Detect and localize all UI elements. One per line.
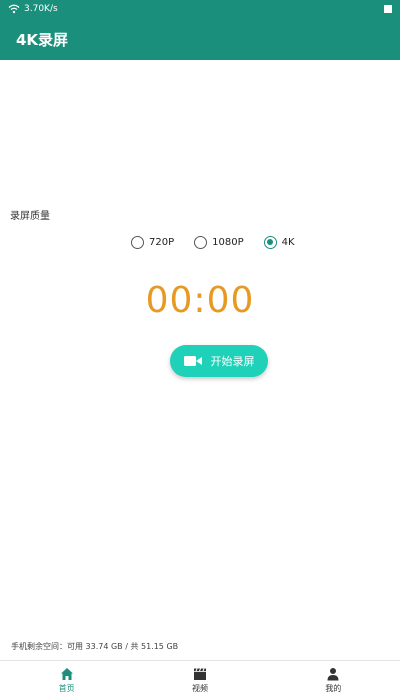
nav-item-home[interactable]: 首页 <box>0 661 133 700</box>
quality-option-label: 4K <box>281 236 295 248</box>
nav-label: 首页 <box>58 684 75 693</box>
quality-option-label: 1080P <box>212 236 244 248</box>
quality-option-720p[interactable]: 720P <box>131 235 175 249</box>
clapperboard-icon <box>193 668 206 680</box>
quality-option-4k[interactable]: 4K <box>263 235 295 249</box>
radio-checked-icon[interactable] <box>263 235 277 249</box>
bottom-navigation: 首页 视频 我的 <box>0 660 400 700</box>
battery-icon <box>384 5 392 13</box>
radio-unchecked-icon[interactable] <box>194 235 208 249</box>
nav-item-video[interactable]: 视频 <box>133 661 266 700</box>
start-recording-label: 开始录屏 <box>210 355 255 368</box>
network-speed: 3.70K/s <box>24 4 58 14</box>
nav-label: 视频 <box>191 684 208 693</box>
start-recording-button[interactable]: 开始录屏 <box>170 345 268 377</box>
wifi-icon <box>8 4 20 14</box>
storage-info: 手机剩余空间：可用 33.74 GB / 共 51.15 GB <box>11 642 179 651</box>
nav-item-mine[interactable]: 我的 <box>267 661 400 700</box>
quality-radio-group: 720P 1080P 4K <box>131 233 295 251</box>
status-bar: 3.70K/s <box>0 0 400 18</box>
person-icon <box>327 668 339 681</box>
home-icon <box>60 668 73 680</box>
page-title: 4K录屏 <box>16 30 69 49</box>
video-camera-icon <box>183 356 202 366</box>
app-bar: 4K录屏 <box>0 18 400 60</box>
quality-option-1080p[interactable]: 1080P <box>194 235 244 249</box>
recording-timer: 00:00 <box>145 280 255 321</box>
quality-option-label: 720P <box>149 236 175 248</box>
nav-label: 我的 <box>325 684 342 693</box>
radio-unchecked-icon[interactable] <box>131 235 144 249</box>
quality-label: 录屏质量 <box>10 211 50 222</box>
